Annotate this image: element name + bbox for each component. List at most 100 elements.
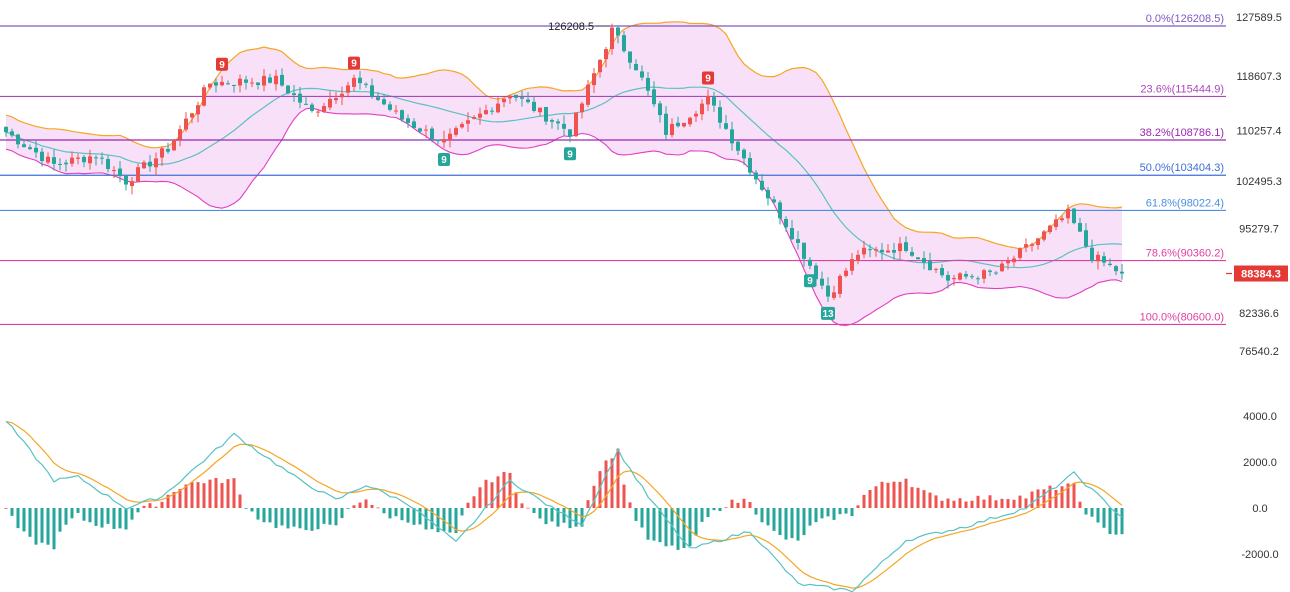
price-tick-2: 110257.4 xyxy=(1236,125,1281,137)
macd-bar xyxy=(1042,489,1046,508)
candle-body xyxy=(1120,271,1124,274)
macd-bar xyxy=(910,487,914,508)
candle-body xyxy=(676,122,680,127)
macd-bar xyxy=(574,508,578,527)
candle-body xyxy=(610,27,614,49)
macd-bar xyxy=(898,481,902,508)
candle-body xyxy=(670,123,674,136)
candle-body xyxy=(646,77,650,91)
macd-bar xyxy=(70,508,74,519)
candle-body xyxy=(52,157,56,164)
candle-body xyxy=(178,129,182,140)
macd-bar xyxy=(586,500,590,508)
macd-bar xyxy=(322,508,326,524)
macd-bar xyxy=(82,508,86,521)
td-marker-label: 9 xyxy=(441,155,447,166)
candle-body xyxy=(34,147,38,153)
candle-body xyxy=(454,128,458,135)
candle-body xyxy=(856,254,860,261)
macd-bar xyxy=(64,508,68,525)
macd-bar xyxy=(1060,486,1064,508)
candle-body xyxy=(382,99,386,105)
macd-bar xyxy=(1090,508,1094,517)
candle-body xyxy=(400,110,404,120)
candle-body xyxy=(184,118,188,130)
candle-body xyxy=(658,103,662,116)
macd-bar xyxy=(394,508,398,517)
macd-bar xyxy=(880,481,884,508)
candle-body xyxy=(298,93,302,103)
candle-body xyxy=(1042,231,1046,240)
macd-bar xyxy=(382,508,386,514)
candle-body xyxy=(4,126,8,133)
candle-body xyxy=(124,176,128,185)
macd-bar xyxy=(310,508,314,531)
candle-body xyxy=(976,278,980,280)
macd-bar xyxy=(994,500,998,508)
td-marker-label: 9 xyxy=(351,59,357,70)
macd-bar xyxy=(340,508,344,519)
candle-body xyxy=(892,249,896,253)
chart[interactable]: 9 9 9 9 9 9 13 0.0%(126208.5) 23.6%(115444.9) 38… xyxy=(0,0,1290,592)
candle-body xyxy=(772,199,776,203)
macd-bar xyxy=(118,508,122,529)
macd-bar xyxy=(490,482,494,508)
macd-bar xyxy=(640,508,644,528)
candle-body xyxy=(862,247,866,255)
td-marker-buy: 9 xyxy=(804,274,816,288)
candle-body xyxy=(586,84,590,105)
macd-bar xyxy=(280,508,284,526)
macd-bar xyxy=(352,505,356,508)
candle-body xyxy=(1072,208,1076,224)
macd-bar xyxy=(220,483,224,508)
candle-body xyxy=(250,82,254,84)
candle-body xyxy=(940,268,944,276)
candle-body xyxy=(352,77,356,87)
macd-bar xyxy=(688,508,692,547)
macd-bar xyxy=(706,508,710,518)
candle-body xyxy=(622,35,626,52)
candle-body xyxy=(508,95,512,99)
candle-body xyxy=(70,157,74,164)
candle-body xyxy=(760,180,764,190)
candle-body xyxy=(190,113,194,118)
candle-body xyxy=(322,105,326,112)
candle-body xyxy=(76,157,80,159)
candle-body xyxy=(1084,230,1088,247)
macd-bar xyxy=(358,502,362,508)
macd-bar xyxy=(532,508,536,513)
candle-body xyxy=(1000,263,1004,272)
candle-body xyxy=(1096,254,1100,262)
candle-body xyxy=(616,27,620,36)
candle xyxy=(286,84,290,95)
macd-bar xyxy=(274,508,278,528)
candle-body xyxy=(58,163,62,165)
macd-bar xyxy=(346,508,350,509)
candle-body xyxy=(700,103,704,115)
candle-body xyxy=(706,95,710,105)
candle-body xyxy=(232,84,236,86)
candle-body xyxy=(40,151,44,162)
candle-body xyxy=(220,81,224,86)
macd-bar xyxy=(190,482,194,508)
candle-body xyxy=(136,167,140,182)
candle-body xyxy=(904,242,908,251)
candle xyxy=(172,139,176,151)
candle-body xyxy=(604,49,608,60)
macd-bar xyxy=(988,495,992,508)
macd-bar xyxy=(874,486,878,508)
macd-bar xyxy=(418,508,422,525)
macd-bar xyxy=(964,501,968,508)
candle-body xyxy=(292,93,296,96)
candle-body xyxy=(172,139,176,151)
macd-bar xyxy=(814,508,818,523)
candle-body xyxy=(532,101,536,111)
macd-bar xyxy=(298,508,302,529)
candle-body xyxy=(754,172,758,180)
candle-body xyxy=(214,82,218,86)
candle-body xyxy=(430,128,434,140)
macd-bar xyxy=(130,508,134,520)
candle-body xyxy=(550,120,554,122)
macd-bar xyxy=(904,478,908,508)
macd-bar xyxy=(808,508,812,526)
